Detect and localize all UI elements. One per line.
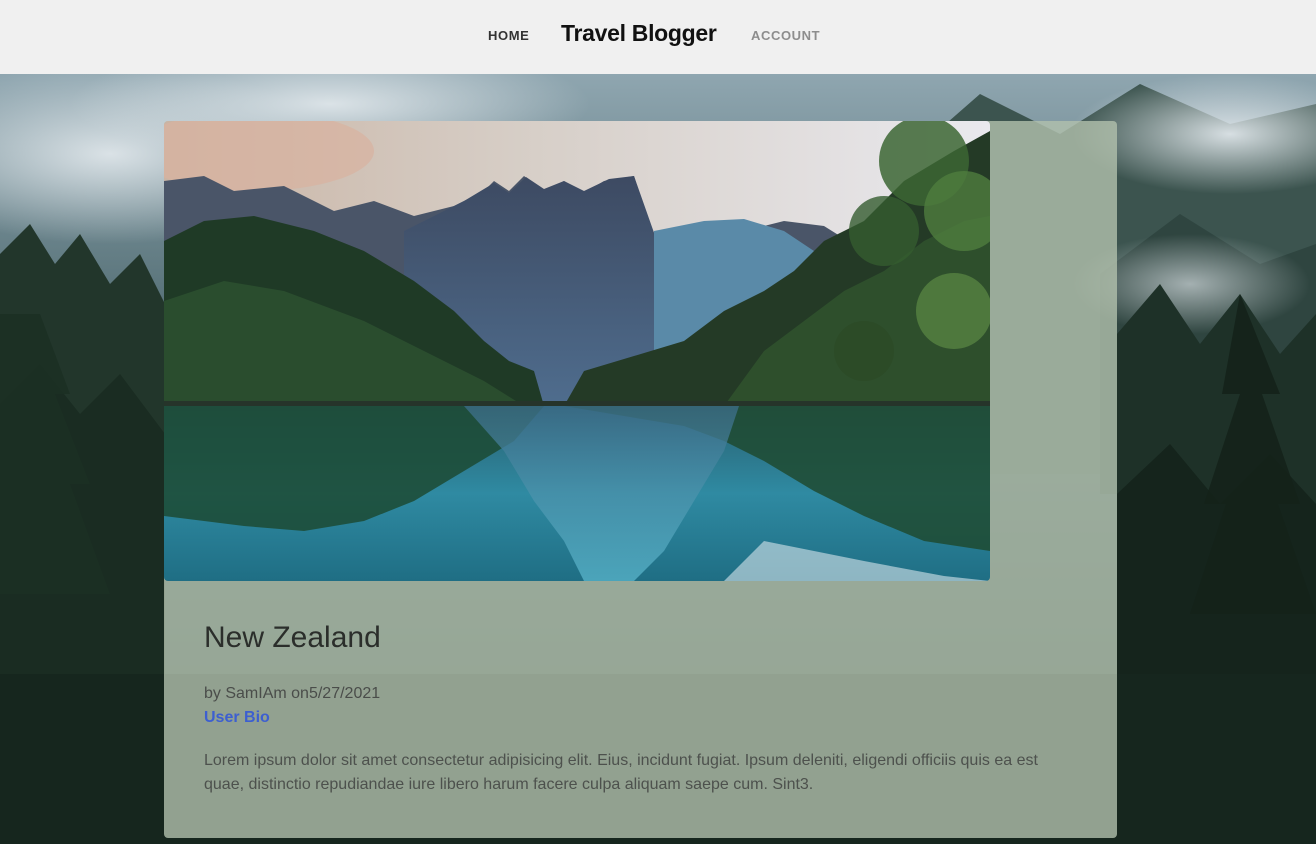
lake-mountain-photo [164, 121, 990, 581]
byline-prefix: by [204, 685, 221, 702]
user-bio-link[interactable]: User Bio [204, 709, 270, 727]
nav-account-link[interactable]: ACCOUNT [751, 28, 820, 43]
nav-home-link[interactable]: HOME [488, 28, 529, 43]
blog-post-card: New Zealand by SamIAm on5/27/2021 User B… [164, 121, 1117, 838]
post-byline: by SamIAm on5/27/2021 [204, 685, 380, 703]
post-date: 5/27/2021 [308, 685, 381, 702]
brand-title[interactable]: Travel Blogger [561, 20, 717, 47]
date-prefix: on [291, 685, 309, 702]
post-author: SamIAm [225, 685, 287, 702]
post-title: New Zealand [204, 621, 381, 654]
top-navbar: HOME Travel Blogger ACCOUNT [0, 0, 1316, 74]
post-body-text: Lorem ipsum dolor sit amet consectetur a… [204, 752, 1038, 793]
